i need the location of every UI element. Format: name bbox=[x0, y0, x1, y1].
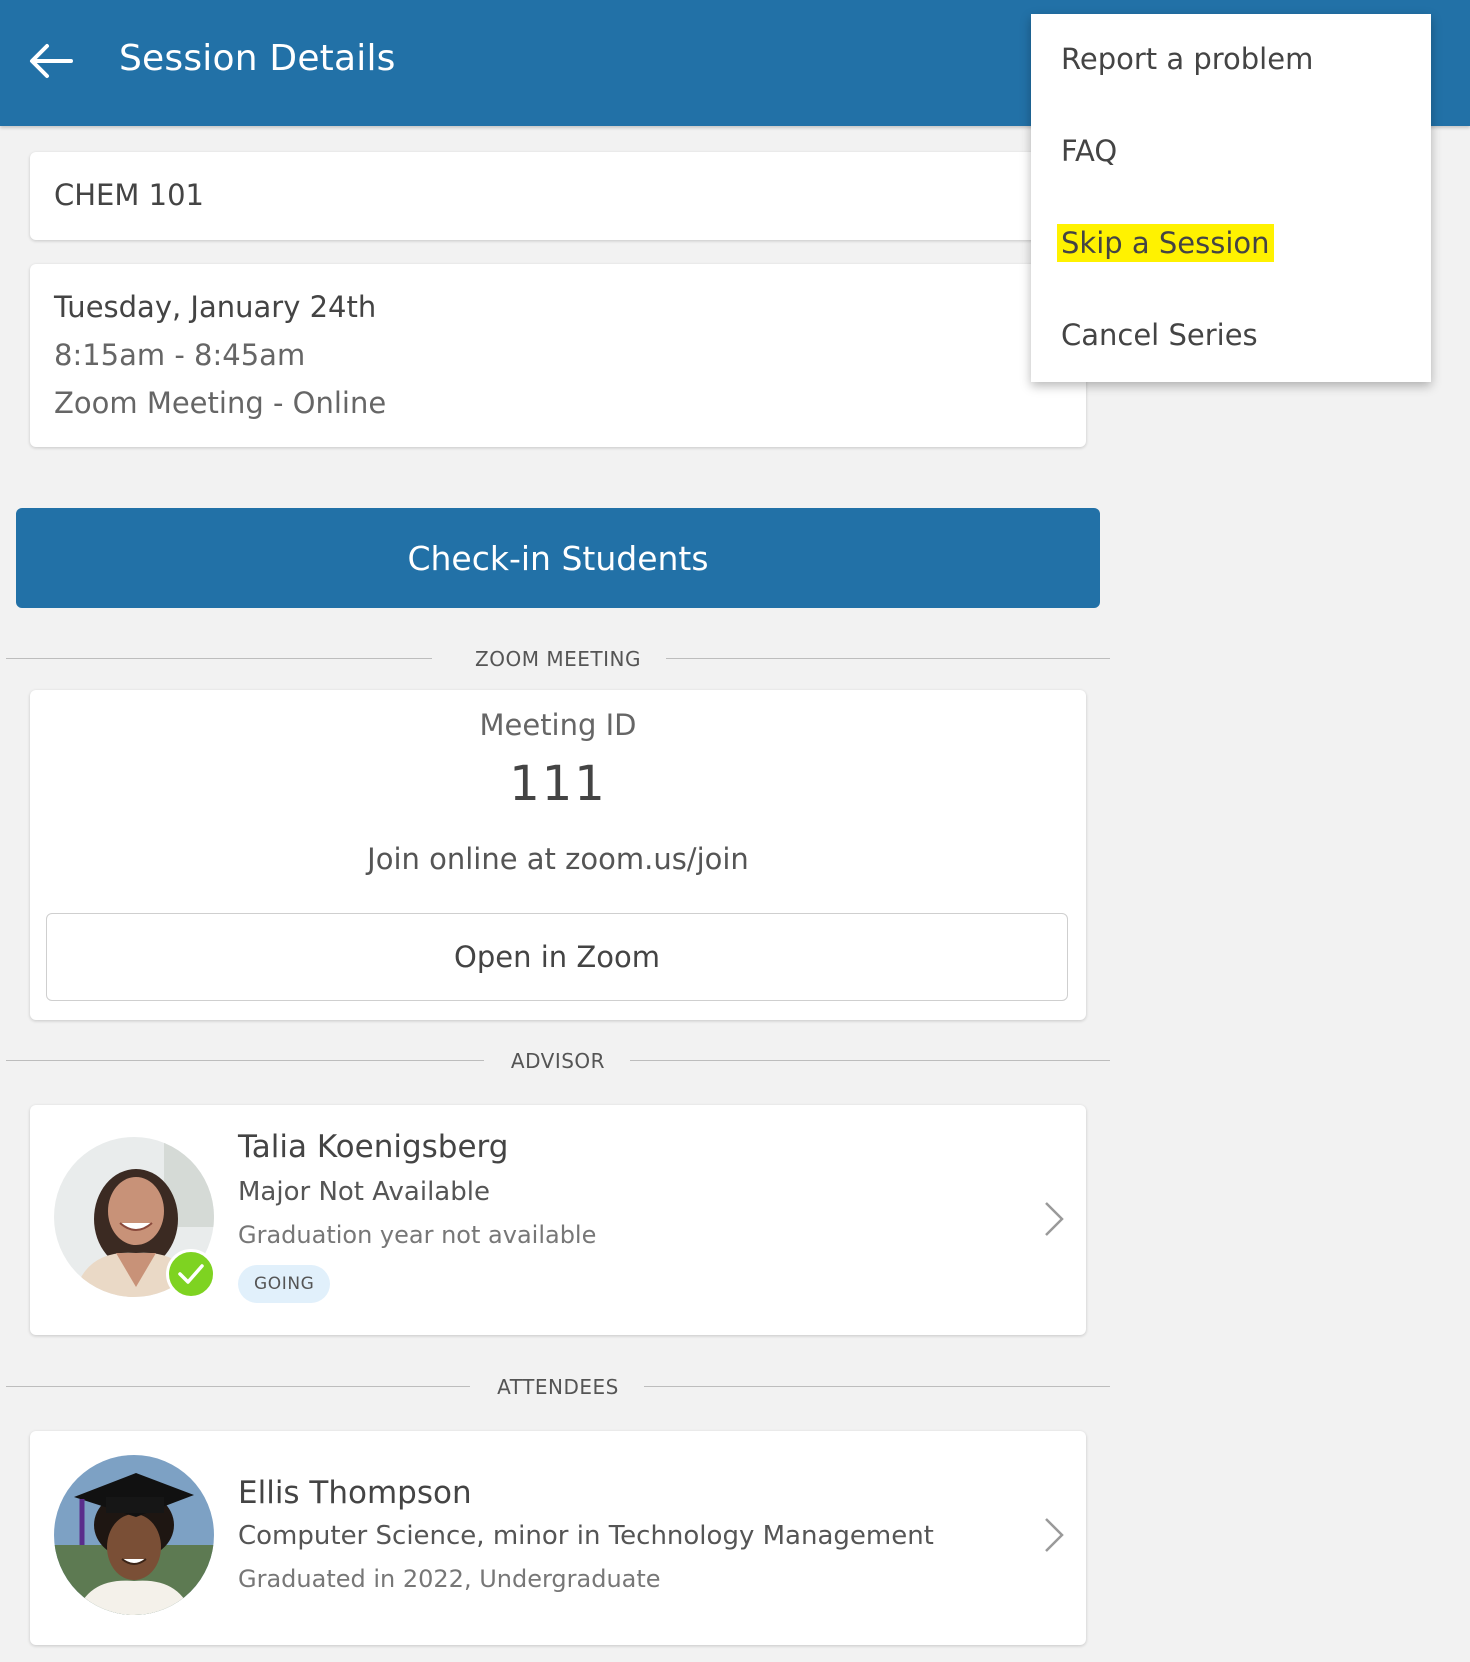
advisor-name: Talia Koenigsberg bbox=[238, 1129, 509, 1165]
chevron-right-icon bbox=[1045, 1202, 1064, 1236]
open-in-zoom-button[interactable]: Open in Zoom bbox=[46, 913, 1068, 1001]
section-label-attendees: ATTENDEES bbox=[497, 1375, 619, 1399]
chevron-right-icon bbox=[1045, 1518, 1064, 1552]
menu-item-report-problem[interactable]: Report a problem bbox=[1057, 40, 1317, 78]
advisor-section-divider: ADVISOR bbox=[6, 1046, 1110, 1076]
attendee-avatar-wrap bbox=[54, 1455, 214, 1615]
status-badge: GOING bbox=[238, 1265, 331, 1303]
session-time-card: Tuesday, January 24th 8:15am - 8:45am Zo… bbox=[30, 264, 1086, 447]
session-date: Tuesday, January 24th bbox=[54, 290, 377, 324]
zoom-card: Meeting ID 111 Join online at zoom.us/jo… bbox=[30, 690, 1086, 1020]
divider-line bbox=[630, 1060, 1110, 1061]
attendees-section-divider: ATTENDEES bbox=[6, 1372, 1110, 1402]
avatar bbox=[54, 1455, 214, 1615]
attendee-card[interactable]: Ellis Thompson Computer Science, minor i… bbox=[30, 1431, 1086, 1645]
course-name: CHEM 101 bbox=[54, 178, 204, 212]
back-button[interactable] bbox=[22, 30, 80, 92]
session-location: Zoom Meeting - Online bbox=[54, 386, 387, 420]
divider-line bbox=[666, 658, 1110, 659]
advisor-graduation: Graduation year not available bbox=[238, 1221, 597, 1249]
zoom-join-text: Join online at zoom.us/join bbox=[367, 842, 749, 876]
session-time: 8:15am - 8:45am bbox=[54, 338, 306, 372]
section-label-zoom: ZOOM MEETING bbox=[475, 647, 641, 671]
overflow-menu: Report a problem FAQ Skip a Session Canc… bbox=[1031, 14, 1431, 382]
checkmark-icon bbox=[166, 1249, 216, 1299]
menu-item-cancel-series[interactable]: Cancel Series bbox=[1057, 316, 1262, 354]
meeting-id-label: Meeting ID bbox=[479, 708, 637, 742]
divider-line bbox=[644, 1386, 1110, 1387]
zoom-section-divider: ZOOM MEETING bbox=[6, 644, 1110, 674]
advisor-major: Major Not Available bbox=[238, 1177, 490, 1207]
attendee-name: Ellis Thompson bbox=[238, 1475, 472, 1511]
course-card: CHEM 101 bbox=[30, 152, 1086, 240]
advisor-card[interactable]: Talia Koenigsberg Major Not Available Gr… bbox=[30, 1105, 1086, 1335]
check-in-students-button[interactable]: Check-in Students bbox=[16, 508, 1100, 608]
advisor-avatar-wrap bbox=[54, 1137, 216, 1299]
page-title: Session Details bbox=[119, 38, 396, 79]
section-label-advisor: ADVISOR bbox=[510, 1049, 606, 1073]
attendee-major: Computer Science, minor in Technology Ma… bbox=[238, 1521, 934, 1551]
arrow-left-icon bbox=[30, 44, 73, 78]
menu-item-skip-session[interactable]: Skip a Session bbox=[1057, 224, 1274, 262]
meeting-id: 111 bbox=[509, 756, 607, 812]
attendee-graduation: Graduated in 2022, Undergraduate bbox=[238, 1565, 661, 1593]
menu-item-faq[interactable]: FAQ bbox=[1057, 132, 1121, 170]
